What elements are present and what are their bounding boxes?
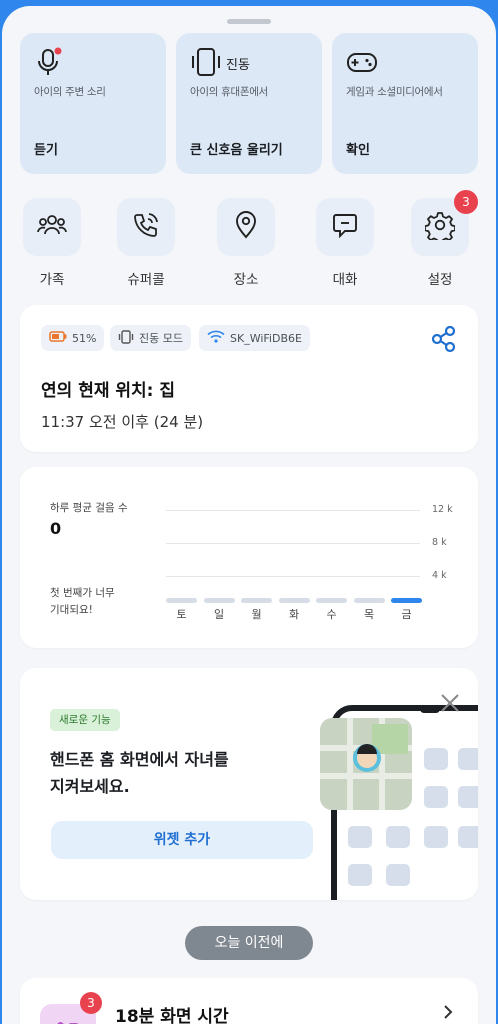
steps-expect-text: 첫 번째가 너무 기대되요! [50, 585, 115, 619]
shortcut-places[interactable]: 장소 [216, 198, 276, 288]
location-pin-icon [234, 211, 258, 243]
shortcut-chat[interactable]: 대화 [315, 198, 375, 288]
steps-expect-line2: 기대되요! [50, 604, 93, 616]
chart-x-label: 수 [326, 608, 337, 621]
chart-ytick-label: 4 k [432, 570, 447, 581]
shortcut-places-label: 장소 [233, 272, 259, 288]
phone-widget-illustration [320, 705, 478, 900]
shortcut-super-call-label: 슈퍼콜 [127, 272, 165, 288]
chart-bar [316, 598, 347, 603]
vibrate-mode-icon [118, 329, 134, 347]
chart-x-label: 화 [288, 608, 300, 621]
ring-card[interactable]: 진동 아이의 휴대폰에서 큰 신호음 울리기 [176, 33, 322, 174]
chart-bar [278, 598, 310, 603]
previous-days-button[interactable]: 오늘 이전에 [185, 926, 313, 960]
listen-label: 듣기 [34, 143, 58, 158]
location-card[interactable]: 51% 진동 모드 SK_WiFiDB6E 연의 현재 위치: 집 11:37 … [20, 305, 478, 452]
chart-bar [241, 598, 272, 603]
chart-x-label: 일 [213, 608, 225, 621]
microphone-icon [34, 47, 64, 81]
screen-time-title: 18분 화면 시간 [115, 1007, 229, 1024]
location-time: 11:37 오전 이후 (24 분) [41, 413, 204, 431]
vibrate-tag: 진동 [226, 58, 250, 73]
games-label: 확인 [346, 143, 370, 158]
shortcut-settings-label: 설정 [427, 272, 453, 288]
ring-label: 큰 신호음 울리기 [190, 143, 283, 158]
wifi-chip: SK_WiFiDB6E [199, 325, 310, 351]
mode-label: 진동 모드 [139, 332, 183, 345]
screen-time-badge: 3 [80, 992, 102, 1014]
screen-time-card[interactable]: 3 18분 화면 시간 [20, 978, 478, 1024]
mode-chip: 진동 모드 [110, 325, 191, 351]
listen-card[interactable]: 아이의 주변 소리 듣기 [20, 33, 166, 174]
chart-ytick-label: 12 k [432, 504, 453, 515]
games-subtitle: 게임과 소셜미디어에서 [346, 86, 443, 98]
settings-badge: 3 [454, 190, 478, 214]
steps-value: 0 [50, 519, 62, 538]
close-icon[interactable] [439, 692, 461, 718]
wifi-icon [207, 330, 225, 346]
wifi-name: SK_WiFiDB6E [230, 331, 302, 345]
widget-promo-card: 새로운 기능 핸드폰 홈 화면에서 자녀를 지켜보세요. 위젯 추가 [20, 668, 478, 900]
chart-gridline [166, 543, 420, 544]
listen-subtitle: 아이의 주변 소리 [34, 86, 106, 98]
promo-line2: 지켜보세요. [50, 777, 130, 796]
chart-x-label: 토 [176, 608, 187, 621]
steps-card[interactable]: 하루 평균 걸음 수 0 첫 번째가 너무 기대되요! 12 k 8 k 4 k 토 일… [20, 467, 478, 648]
chart-bar [391, 598, 422, 603]
steps-expect-line1: 첫 번째가 너무 [50, 587, 115, 599]
chart-bar [166, 598, 197, 603]
shortcut-settings[interactable]: 3 설정 [410, 190, 478, 288]
battery-icon [49, 331, 67, 345]
battery-level: 51% [72, 331, 97, 345]
games-card[interactable]: 게임과 소셜미디어에서 확인 [332, 33, 478, 174]
bottom-sheet: 아이의 주변 소리 듣기 진동 아이의 휴대폰에서 큰 신호음 울리기 게임과 … [2, 6, 496, 1024]
gamepad-icon [346, 47, 378, 81]
chart-gridline [166, 510, 420, 511]
ring-subtitle: 아이의 휴대폰에서 [190, 86, 268, 98]
chart-ytick-label: 8 k [432, 537, 447, 548]
phone-vibrate-icon [190, 47, 222, 81]
shortcut-super-call[interactable]: 슈퍼콜 [116, 198, 176, 288]
battery-chip: 51% [41, 325, 105, 351]
promo-text: 핸드폰 홈 화면에서 자녀를 지켜보세요. [50, 746, 229, 800]
add-widget-button[interactable]: 위젯 추가 [51, 821, 313, 859]
location-title: 연의 현재 위치: 집 [41, 381, 176, 401]
chart-x-label: 목 [363, 608, 375, 621]
super-call-icon [132, 211, 160, 243]
gear-icon [424, 210, 456, 245]
chart-bar [203, 598, 235, 603]
chart-x-label: 월 [251, 608, 262, 621]
shortcut-family-label: 가족 [39, 272, 65, 288]
drag-handle[interactable] [227, 19, 271, 24]
chevron-right-icon[interactable] [442, 1004, 454, 1024]
new-feature-tag: 새로운 기능 [50, 709, 120, 731]
shortcut-chat-label: 대화 [332, 272, 358, 288]
chart-x-label: 금 [401, 608, 412, 621]
chat-icon [331, 211, 359, 243]
promo-line1: 핸드폰 홈 화면에서 자녀를 [50, 750, 229, 769]
steps-label: 하루 평균 걸음 수 [50, 502, 128, 514]
family-icon [37, 212, 67, 242]
share-icon[interactable] [430, 325, 458, 357]
shortcut-family[interactable]: 가족 [22, 198, 82, 288]
chart-gridline [166, 576, 420, 577]
chart-bar [353, 598, 385, 603]
